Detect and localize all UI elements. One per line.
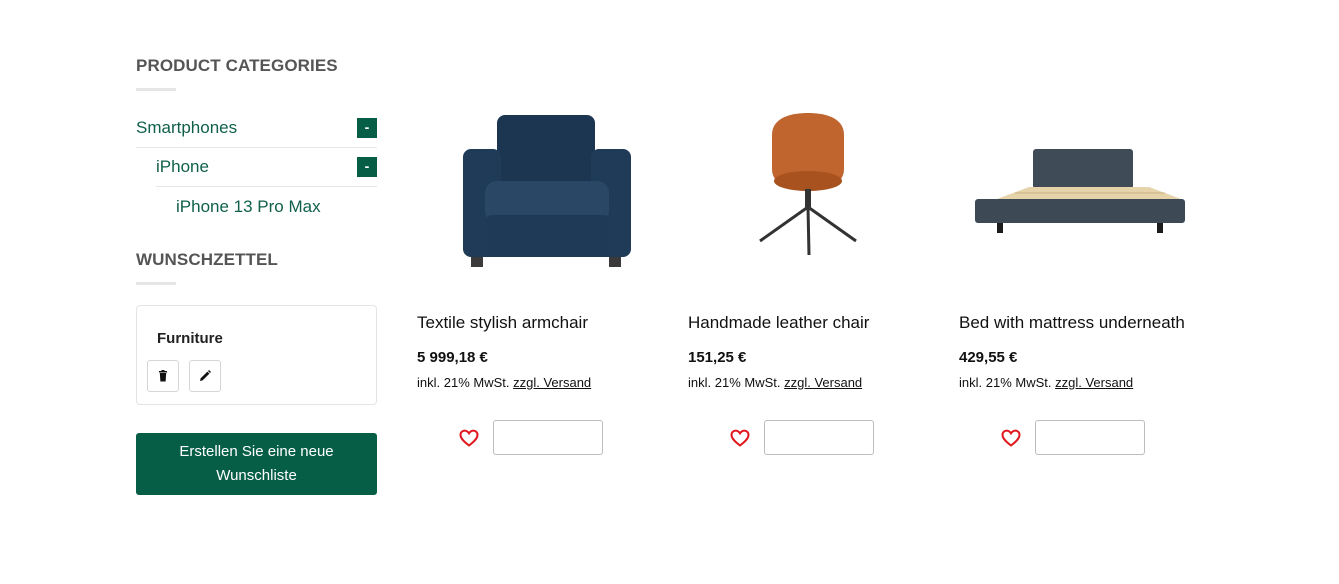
create-wishlist-label-line2: Wunschliste xyxy=(216,467,297,484)
product-image-bed[interactable] xyxy=(959,98,1199,278)
add-to-wishlist-button[interactable] xyxy=(728,426,752,450)
quantity-input[interactable] xyxy=(1035,420,1145,455)
category-row-smartphones: Smartphones - xyxy=(136,109,377,148)
wishlist-card: Furniture xyxy=(136,305,377,405)
tax-info: inkl. 21% MwSt. zzgl. Versand xyxy=(417,375,657,390)
tax-info: inkl. 21% MwSt. zzgl. Versand xyxy=(688,375,928,390)
product-name[interactable]: Handmade leather chair xyxy=(688,311,928,335)
shipping-link[interactable]: zzgl. Versand xyxy=(1055,375,1133,390)
heart-icon xyxy=(1001,429,1021,447)
wishlist-actions xyxy=(147,360,356,392)
edit-wishlist-button[interactable] xyxy=(189,360,221,392)
product-name[interactable]: Textile stylish armchair xyxy=(417,311,657,335)
collapse-toggle-smartphones[interactable]: - xyxy=(357,118,377,138)
product-actions xyxy=(999,420,1199,455)
categories-title: PRODUCT CATEGORIES xyxy=(136,56,338,75)
title-underline xyxy=(136,88,176,91)
tax-info: inkl. 21% MwSt. zzgl. Versand xyxy=(959,375,1199,390)
quantity-input[interactable] xyxy=(764,420,874,455)
product-actions xyxy=(728,420,928,455)
delete-wishlist-button[interactable] xyxy=(147,360,179,392)
product-price: 429,55 € xyxy=(959,349,1018,366)
trash-icon xyxy=(159,370,167,382)
product-image-armchair[interactable] xyxy=(417,98,657,278)
category-link-smartphones[interactable]: Smartphones xyxy=(136,118,237,138)
heart-icon xyxy=(730,429,750,447)
armchair-image xyxy=(463,115,631,267)
shipping-link[interactable]: zzgl. Versand xyxy=(784,375,862,390)
category-row-iphone: iPhone - xyxy=(156,148,377,187)
product-actions xyxy=(457,420,657,455)
product-image-leather-chair[interactable] xyxy=(688,98,928,278)
add-to-wishlist-button[interactable] xyxy=(999,426,1023,450)
product-card: Handmade leather chair 151,25 € inkl. 21… xyxy=(688,98,928,455)
category-link-iphone-13-pro-max[interactable]: iPhone 13 Pro Max xyxy=(176,197,321,217)
sidebar: PRODUCT CATEGORIES Smartphones - iPhone … xyxy=(136,0,377,495)
product-card: Bed with mattress underneath 429,55 € in… xyxy=(959,98,1199,455)
quantity-input[interactable] xyxy=(493,420,603,455)
tax-label: inkl. 21% MwSt. xyxy=(688,375,781,390)
product-price: 151,25 € xyxy=(688,349,747,366)
heart-icon xyxy=(459,429,479,447)
category-row-iphone-13-pro-max: iPhone 13 Pro Max xyxy=(176,187,377,226)
tax-label: inkl. 21% MwSt. xyxy=(959,375,1052,390)
title-underline xyxy=(136,282,176,285)
product-price: 5 999,18 € xyxy=(417,349,488,366)
pencil-icon xyxy=(200,370,211,381)
product-card: Textile stylish armchair 5 999,18 € inkl… xyxy=(417,98,657,455)
category-list: Smartphones - iPhone - iPhone 13 Pro Max xyxy=(136,109,377,226)
category-link-iphone[interactable]: iPhone xyxy=(156,157,209,177)
collapse-toggle-iphone[interactable]: - xyxy=(357,157,377,177)
bed-image xyxy=(975,149,1185,233)
product-name[interactable]: Bed with mattress underneath xyxy=(959,311,1199,335)
shipping-link[interactable]: zzgl. Versand xyxy=(513,375,591,390)
tax-label: inkl. 21% MwSt. xyxy=(417,375,510,390)
create-wishlist-button[interactable]: Erstellen Sie eine neue Wunschliste xyxy=(136,433,377,495)
add-to-wishlist-button[interactable] xyxy=(457,426,481,450)
wishlist-title: WUNSCHZETTEL xyxy=(136,250,278,269)
leather-chair-image xyxy=(759,113,857,256)
wishlist-name[interactable]: Furniture xyxy=(157,330,356,347)
create-wishlist-label-line1: Erstellen Sie eine neue xyxy=(179,443,334,460)
